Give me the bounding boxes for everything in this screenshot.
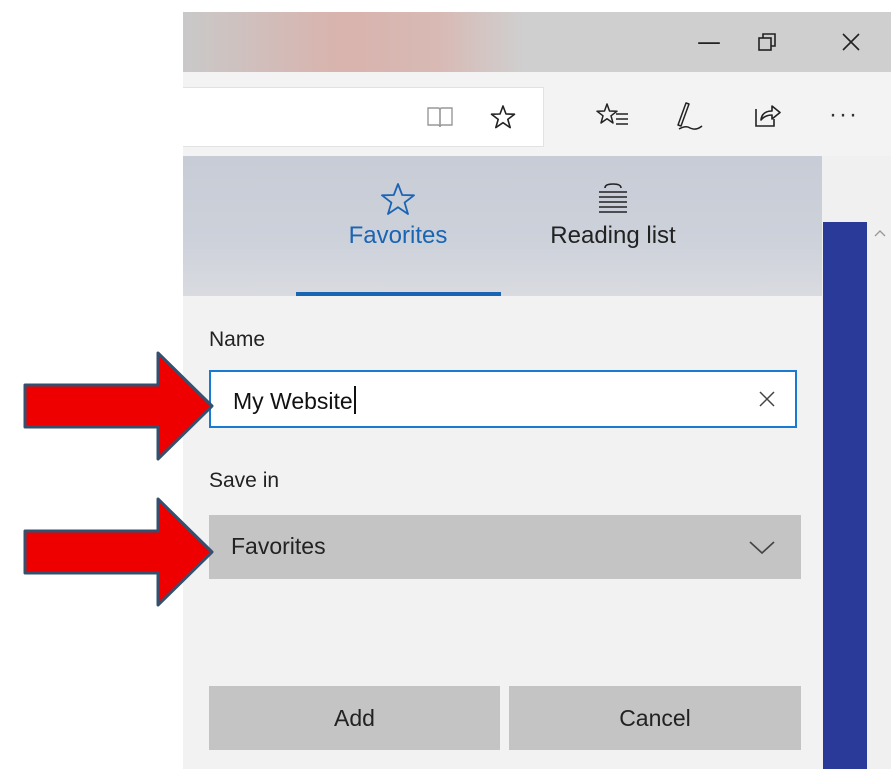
minimize-button[interactable]: — <box>681 12 737 72</box>
annotation-arrow-name <box>23 351 214 461</box>
web-note-icon <box>677 102 703 130</box>
title-bar: — <box>183 12 891 72</box>
restore-icon <box>758 33 776 51</box>
tab-favorites-label: Favorites <box>348 222 448 249</box>
favorites-hub-button[interactable] <box>593 98 633 134</box>
cancel-button-label: Cancel <box>619 704 691 731</box>
minimize-icon: — <box>697 28 721 56</box>
tab-reading-list-label: Reading list <box>550 222 676 249</box>
add-button[interactable]: Add <box>209 686 500 750</box>
reading-list-icon <box>599 183 627 213</box>
save-in-dropdown[interactable]: Favorites <box>209 515 801 579</box>
close-icon <box>842 33 860 51</box>
save-in-value: Favorites <box>231 533 326 559</box>
tab-favorites[interactable]: Favorites <box>308 156 488 296</box>
panel-tabs: Favorites Reading list <box>183 156 822 296</box>
more-icon: ··· <box>829 101 859 128</box>
name-input[interactable]: My Website <box>209 370 797 428</box>
name-input-value[interactable]: My Website <box>233 386 356 415</box>
share-icon <box>755 105 781 127</box>
name-label: Name <box>209 328 266 351</box>
favorite-star-icon <box>490 105 516 129</box>
tab-reading-list[interactable]: Reading list <box>523 156 703 296</box>
star-outline-icon <box>381 183 415 215</box>
active-tab-indicator <box>296 292 501 296</box>
share-button[interactable] <box>747 97 787 133</box>
clear-icon <box>759 391 775 407</box>
close-button[interactable] <box>823 12 879 72</box>
clear-button[interactable] <box>755 387 779 411</box>
chevron-down-icon <box>749 541 775 555</box>
add-favorite-button[interactable] <box>486 100 520 134</box>
more-button[interactable]: ··· <box>819 98 869 132</box>
scroll-up-icon[interactable] <box>872 226 888 242</box>
restore-button[interactable] <box>739 12 795 72</box>
reading-view-button[interactable] <box>423 102 457 132</box>
address-bar[interactable] <box>183 87 544 147</box>
page-content-strip <box>823 222 867 769</box>
web-note-button[interactable] <box>669 96 709 136</box>
save-in-label: Save in <box>209 469 280 492</box>
browser-toolbar: ··· <box>183 72 891 156</box>
scrollbar[interactable] <box>868 222 891 769</box>
cancel-button[interactable]: Cancel <box>509 686 801 750</box>
reading-view-icon <box>427 107 453 128</box>
text-caret <box>353 386 356 414</box>
add-button-label: Add <box>334 704 375 731</box>
add-favorite-panel: Favorites Reading list Name My Website S… <box>183 156 822 769</box>
annotation-arrow-save-in <box>23 497 214 607</box>
favorites-hub-icon <box>596 103 628 125</box>
